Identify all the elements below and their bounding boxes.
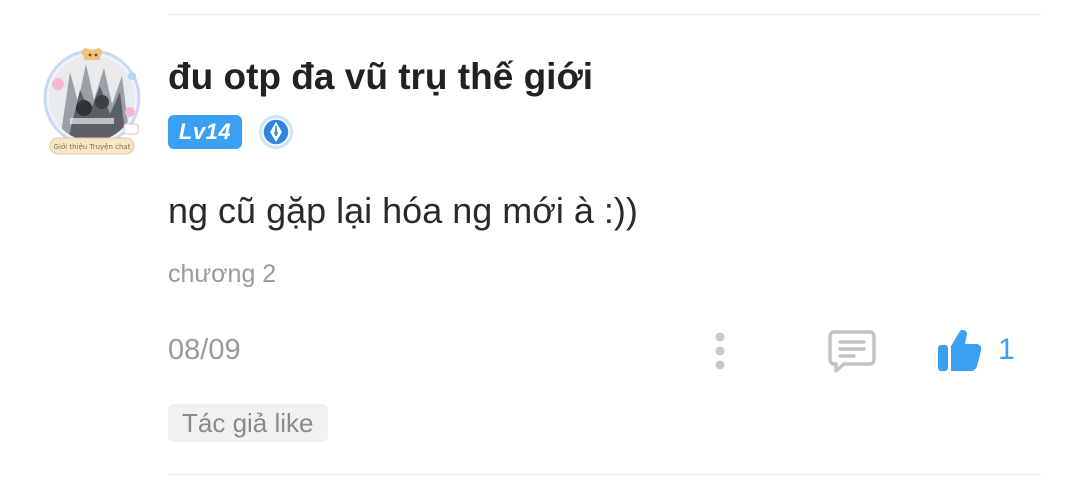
reply-button[interactable] [826, 326, 878, 374]
bottom-divider [168, 474, 1041, 475]
username[interactable]: đu otp đa vũ trụ thế giới [168, 56, 593, 98]
level-badge: Lv14 [168, 115, 242, 149]
comment-date: 08/09 [168, 334, 241, 366]
comment-reply-icon [828, 330, 876, 373]
like-count: 1 [998, 333, 1015, 366]
user-badges: Lv14 [168, 114, 294, 150]
pen-nib-rank-icon [259, 115, 293, 149]
avatar[interactable]: Giới thiệu Truyện chat [40, 42, 144, 158]
like-button[interactable]: 1 [936, 326, 1015, 374]
comment-text: ng cũ gặp lại hóa ng mới à :)) [168, 190, 638, 231]
svg-text:Giới thiệu Truyện chat: Giới thiệu Truyện chat [54, 143, 131, 151]
avatar-image: Giới thiệu Truyện chat [43, 48, 141, 155]
top-divider [168, 14, 1041, 15]
more-vertical-icon [715, 332, 725, 370]
author-liked-tag: Tác giả like [168, 404, 328, 442]
more-options-button[interactable] [706, 330, 734, 372]
chapter-link[interactable]: chương 2 [168, 260, 276, 289]
thumbs-up-icon [938, 330, 982, 371]
